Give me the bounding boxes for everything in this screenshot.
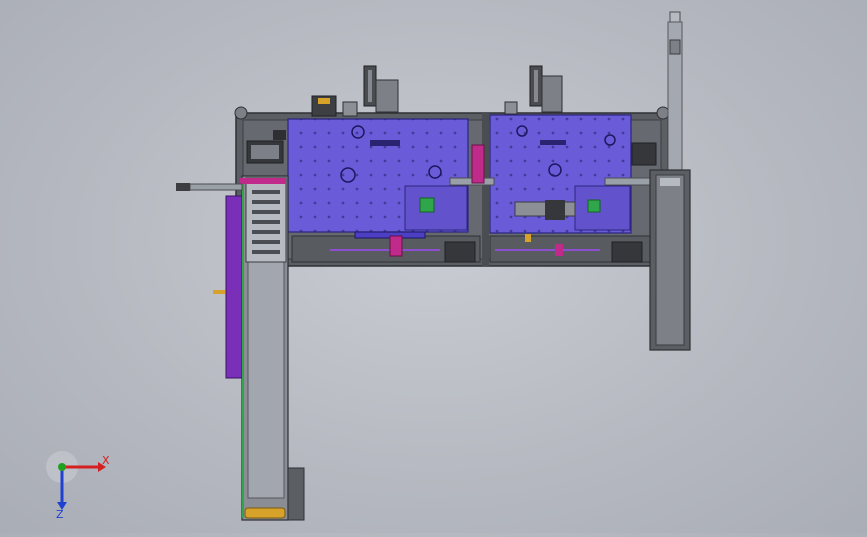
coordinate-triad: X Y Z xyxy=(46,451,110,520)
left-push-cylinder[interactable] xyxy=(176,183,243,191)
right-lift-module[interactable] xyxy=(649,11,691,351)
x-axis-label: X xyxy=(102,454,110,467)
assembly-drawing[interactable] xyxy=(0,0,867,533)
z-axis-label: Z xyxy=(56,508,64,520)
left-mounting-plate[interactable] xyxy=(287,118,469,233)
cad-viewport[interactable]: X Y Z xyxy=(0,0,867,533)
left-gear-motor[interactable] xyxy=(311,65,399,117)
guide-rails xyxy=(291,231,653,263)
right-gear-motor[interactable] xyxy=(504,65,563,115)
